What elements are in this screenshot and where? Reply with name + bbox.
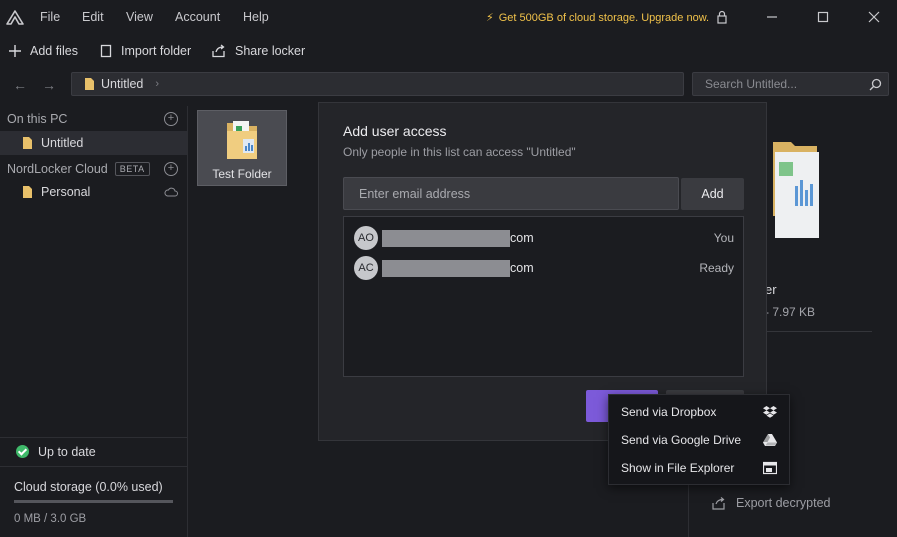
share-context-menu: Send via Dropbox Send via Google Drive S… — [608, 394, 790, 485]
add-local-locker-icon[interactable]: + — [164, 112, 178, 126]
avatar: AO — [354, 226, 378, 250]
user-status: You — [713, 231, 734, 245]
add-cloud-locker-icon[interactable]: + — [164, 162, 178, 176]
email-field[interactable]: Enter email address — [343, 177, 679, 210]
storage-progress-bar — [14, 500, 173, 503]
add-user-button[interactable]: Add — [681, 178, 744, 210]
dialog-title: Add user access — [343, 123, 447, 139]
menu-item-send-google-drive[interactable]: Send via Google Drive — [609, 426, 789, 454]
share-locker-label: Share locker — [235, 44, 306, 58]
lock-icon[interactable] — [712, 7, 732, 27]
list-item: AO com You — [354, 226, 734, 250]
list-item: AC com Ready — [354, 256, 734, 280]
storage-label: Cloud storage (0.0% used) — [14, 480, 163, 494]
upgrade-text: Get 500GB of cloud storage. Upgrade now. — [498, 12, 710, 24]
menu-account[interactable]: Account — [175, 10, 220, 24]
chevron-right-icon: › — [155, 78, 160, 90]
import-folder-label: Import folder — [121, 44, 192, 58]
locker-icon — [23, 137, 32, 149]
menu-edit[interactable]: Edit — [82, 10, 104, 24]
folder-icon — [227, 121, 257, 159]
sidebar-item-personal[interactable]: Personal — [0, 180, 187, 204]
add-files-button[interactable]: Add files — [8, 42, 78, 60]
cloud-heading-label: NordLocker Cloud — [7, 162, 108, 176]
file-preview-icon — [773, 142, 819, 238]
menu-help[interactable]: Help — [243, 10, 269, 24]
bolt-icon: ⚡ — [486, 12, 494, 24]
minimize-icon[interactable] — [762, 7, 782, 27]
sidebar-item-label: Personal — [41, 185, 91, 199]
menu-view[interactable]: View — [126, 10, 153, 24]
menu-item-label: Send via Google Drive — [621, 433, 742, 447]
sync-status-label: Up to date — [38, 444, 96, 459]
search-input[interactable]: Search Untitled... — [692, 72, 889, 96]
export-decrypted-button[interactable]: Export decrypted — [712, 496, 831, 510]
storage-value: 0 MB / 3.0 GB — [14, 513, 87, 525]
back-arrow-icon[interactable]: ← — [13, 77, 27, 93]
check-circle-icon — [16, 445, 29, 458]
cloud-icon — [164, 187, 178, 197]
plus-icon — [9, 45, 21, 57]
sidebar-item-label: Untitled — [41, 136, 84, 150]
dropbox-icon — [763, 406, 777, 418]
user-status: Ready — [699, 261, 734, 275]
folder-name: Test Folder — [212, 167, 272, 181]
sidebar-heading-local: On this PC — [7, 112, 67, 126]
cloud-storage-panel: Cloud storage (0.0% used) 0 MB / 3.0 GB — [0, 466, 187, 537]
add-user-access-dialog: Add user access Only people in this list… — [318, 102, 767, 441]
toolbar: Add files Import folder Share locker — [0, 34, 897, 66]
add-files-label: Add files — [30, 44, 78, 58]
breadcrumb[interactable]: Untitled › — [71, 72, 684, 96]
local-heading-label: On this PC — [7, 112, 68, 126]
user-email: com — [510, 231, 534, 245]
import-folder-icon — [100, 44, 112, 58]
sync-status: Up to date — [0, 437, 187, 465]
email-placeholder: Enter email address — [359, 186, 471, 201]
locker-icon — [85, 78, 94, 90]
menu-item-label: Show in File Explorer — [621, 461, 735, 475]
sidebar: On this PC + Untitled NordLocker Cloud B… — [0, 106, 188, 537]
user-list: AO com You AC com Ready — [343, 216, 744, 377]
dialog-subtitle: Only people in this list can access "Unt… — [343, 145, 576, 159]
menu-item-show-file-explorer[interactable]: Show in File Explorer — [609, 454, 789, 482]
locker-icon — [23, 186, 32, 198]
menu-item-send-dropbox[interactable]: Send via Dropbox — [609, 398, 789, 426]
title-bar: File Edit View Account Help ⚡ Get 500GB o… — [0, 0, 897, 34]
share-icon — [212, 44, 225, 58]
export-label: Export decrypted — [736, 496, 831, 510]
details-file-size: - 7.97 KB — [765, 305, 816, 319]
nordlocker-logo-icon — [6, 10, 24, 25]
share-locker-button[interactable]: Share locker — [211, 42, 305, 60]
sidebar-heading-cloud: NordLocker Cloud BETA — [7, 162, 150, 176]
beta-badge: BETA — [114, 162, 150, 176]
close-icon[interactable] — [864, 7, 884, 27]
forward-arrow-icon[interactable]: → — [42, 77, 56, 93]
redacted-email — [382, 259, 510, 277]
search-placeholder: Search Untitled... — [705, 77, 798, 91]
maximize-icon[interactable] — [813, 7, 833, 27]
menu-item-label: Send via Dropbox — [621, 405, 717, 419]
upgrade-banner[interactable]: ⚡ Get 500GB of cloud storage. Upgrade now… — [486, 11, 709, 24]
avatar: AC — [354, 256, 378, 280]
user-email: com — [510, 261, 534, 275]
export-icon — [712, 496, 725, 510]
google-drive-icon — [763, 434, 777, 446]
folder-tile[interactable]: Test Folder — [197, 110, 287, 186]
breadcrumb-current[interactable]: Untitled — [101, 77, 143, 91]
import-folder-button[interactable]: Import folder — [99, 42, 191, 60]
sidebar-item-untitled[interactable]: Untitled — [0, 131, 187, 155]
file-explorer-icon — [763, 461, 777, 475]
menu-file[interactable]: File — [40, 10, 60, 24]
redacted-email — [382, 229, 510, 247]
search-icon — [869, 78, 882, 91]
